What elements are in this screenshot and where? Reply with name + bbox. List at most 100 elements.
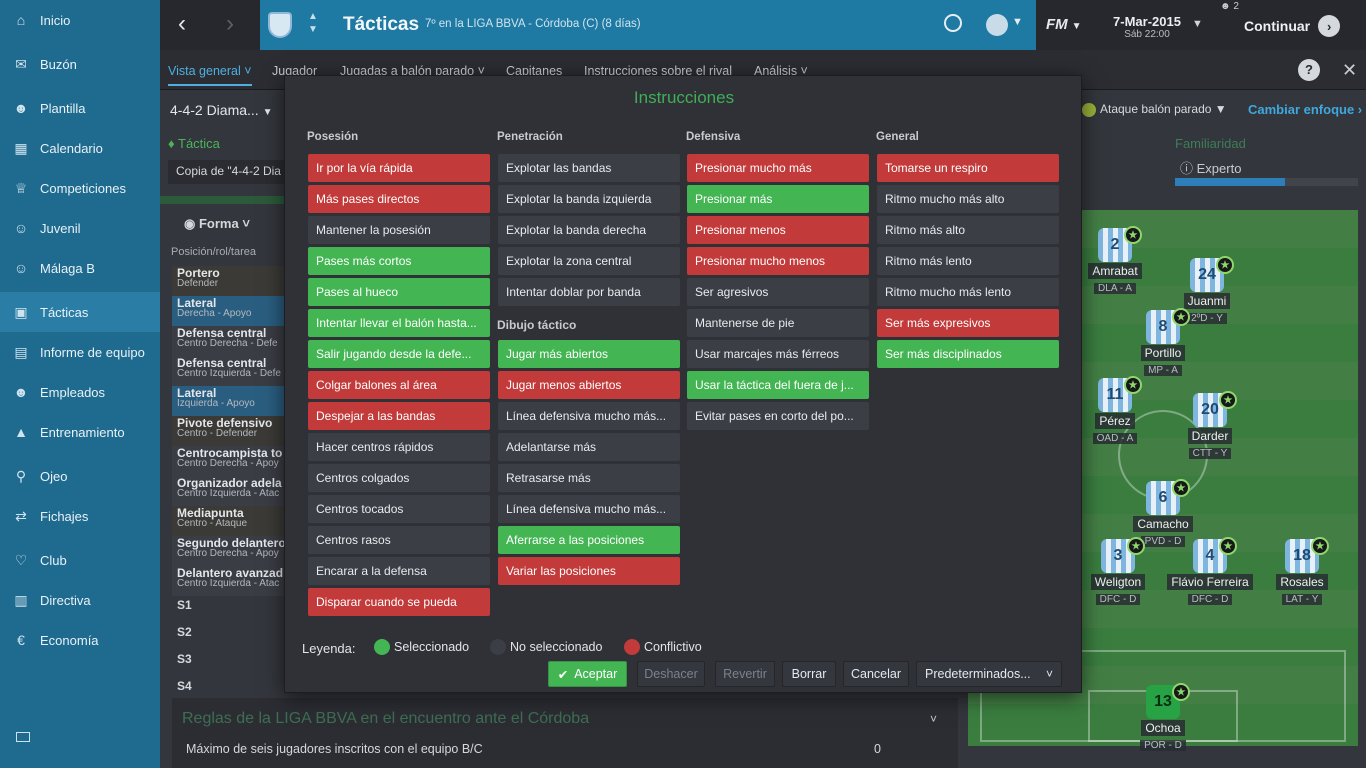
role-row[interactable]: Organizador adela Centro Izquierda - Atac <box>172 476 284 506</box>
date-display[interactable]: 7-Mar-2015 Sáb 22:00 <box>1112 14 1182 40</box>
instruction-option[interactable]: Ritmo mucho más alto <box>877 185 1059 213</box>
forward-button[interactable]: › <box>226 12 250 38</box>
instruction-option[interactable]: Colgar balones al área <box>308 371 490 399</box>
player-marker[interactable]: 18 ★ Rosales LAT - Y <box>1257 537 1347 605</box>
instruction-option[interactable]: Variar las posiciones <box>498 557 680 585</box>
instruction-option[interactable]: Presionar mucho más <box>687 154 869 182</box>
instruction-option[interactable]: Jugar más abiertos <box>498 340 680 368</box>
instruction-option[interactable]: Explotar la banda derecha <box>498 216 680 244</box>
instruction-option[interactable]: Ritmo más lento <box>877 247 1059 275</box>
player-marker[interactable]: 11 ★ Pérez OAD - A <box>1070 376 1160 444</box>
player-marker[interactable]: 20 ★ Darder CTT - Y <box>1165 391 1255 459</box>
sub-slot[interactable]: S4 <box>177 679 192 693</box>
close-icon[interactable]: ✕ <box>1342 60 1357 81</box>
instruction-option[interactable]: Encarar a la defensa <box>308 557 490 585</box>
instruction-option[interactable]: Ser más disciplinados <box>877 340 1059 368</box>
sidebar-item-calendario[interactable]: ▦ Calendario <box>0 128 160 168</box>
instruction-option[interactable]: Ir por la vía rápida <box>308 154 490 182</box>
defaults-dropdown[interactable]: Predeterminados... ˅ <box>916 661 1062 687</box>
instruction-option[interactable]: Ritmo mucho más lento <box>877 278 1059 306</box>
help-icon[interactable]: ? <box>1298 59 1320 81</box>
player-marker[interactable]: 8 ★ Portillo MP - A <box>1118 308 1208 376</box>
instruction-option[interactable]: Presionar menos <box>687 216 869 244</box>
instruction-option[interactable]: Evitar pases en corto del po... <box>687 402 869 430</box>
instruction-option[interactable]: Tomarse un respiro <box>877 154 1059 182</box>
role-row[interactable]: Defensa central Centro Derecha - Defe <box>172 326 284 356</box>
continue-button[interactable]: Continuar › <box>1244 15 1341 37</box>
sidebar-item-directiva[interactable]: ▥ Directiva <box>0 580 160 620</box>
player-marker[interactable]: 3 ★ Weligton DFC - D <box>1073 537 1163 605</box>
instruction-option[interactable]: Disparar cuando se pueda <box>308 588 490 616</box>
role-row[interactable]: Defensa central Centro Izquierda - Defe <box>172 356 284 386</box>
sub-slot[interactable]: S3 <box>177 652 192 666</box>
instruction-option[interactable]: Mantenerse de pie <box>687 309 869 337</box>
instruction-option[interactable]: Despejar a las bandas <box>308 402 490 430</box>
instruction-option[interactable]: Más pases directos <box>308 185 490 213</box>
cancel-button[interactable]: Cancelar <box>843 661 909 687</box>
club-badge-icon[interactable] <box>268 12 292 38</box>
globe-icon[interactable] <box>986 14 1008 36</box>
instruction-option[interactable]: Aferrarse a las posiciones <box>498 526 680 554</box>
instruction-option[interactable]: Salir jugando desde la defe... <box>308 340 490 368</box>
instruction-option[interactable]: Explotar las bandas <box>498 154 680 182</box>
chevron-down-icon[interactable]: ▼ <box>1192 18 1203 30</box>
chevron-down-icon[interactable]: ▼ <box>1012 16 1023 28</box>
setpiece-dropdown[interactable]: Ataque balón parado ▼ <box>1082 102 1227 117</box>
instruction-option[interactable]: Centros tocados <box>308 495 490 523</box>
sidebar-item-plantilla[interactable]: ☻ Plantilla <box>0 88 160 128</box>
instruction-option[interactable]: Ser más expresivos <box>877 309 1059 337</box>
instruction-option[interactable]: Ser agresivos <box>687 278 869 306</box>
instruction-option[interactable]: Centros colgados <box>308 464 490 492</box>
accept-button[interactable]: ✔ Aceptar <box>548 661 627 687</box>
chevron-down-icon[interactable]: ˅ <box>930 712 937 726</box>
instruction-option[interactable]: Línea defensiva mucho más... <box>498 402 680 430</box>
sub-slot[interactable]: S2 <box>177 625 192 639</box>
sidebar-item-juvenil[interactable]: ☺ Juvenil <box>0 208 160 248</box>
tab-vista-general[interactable]: Vista general ˅ <box>168 64 252 86</box>
instruction-option[interactable]: Pases al hueco <box>308 278 490 306</box>
sidebar-item-málaga-b[interactable]: ☺ Málaga B <box>0 248 160 288</box>
role-row[interactable]: Mediapunta Centro - Ataque <box>172 506 284 536</box>
role-row[interactable]: Centrocampista to Centro Derecha - Apoy <box>172 446 284 476</box>
instruction-option[interactable]: Explotar la banda izquierda <box>498 185 680 213</box>
instruction-option[interactable]: Pases más cortos <box>308 247 490 275</box>
change-focus-link[interactable]: Cambiar enfoque › <box>1248 102 1362 117</box>
instruction-option[interactable]: Centros rasos <box>308 526 490 554</box>
search-icon[interactable] <box>944 14 962 32</box>
role-row[interactable]: Delantero avanzad Centro Izquierda - Atac <box>172 566 284 596</box>
instruction-option[interactable]: Intentar llevar el balón hasta... <box>308 309 490 337</box>
formation-select[interactable]: 4-4-2 Diama... ▼ <box>170 102 273 118</box>
sidebar-item-club[interactable]: ♡ Club <box>0 540 160 580</box>
sub-slot[interactable]: S1 <box>177 598 192 612</box>
role-row[interactable]: Segundo delantero Centro Derecha - Apoy <box>172 536 284 566</box>
role-row[interactable]: Pivote defensivo Centro - Defender <box>172 416 284 446</box>
instruction-option[interactable]: Línea defensiva mucho más... <box>498 495 680 523</box>
instruction-option[interactable]: Usar marcajes más férreos <box>687 340 869 368</box>
player-marker[interactable]: 2 ★ Amrabat DLA - A <box>1070 226 1160 294</box>
instruction-option[interactable]: Usar la táctica del fuera de j... <box>687 371 869 399</box>
instruction-option[interactable]: Intentar doblar por banda <box>498 278 680 306</box>
role-row[interactable]: Portero Defender <box>172 266 284 296</box>
keyboard-icon[interactable] <box>16 732 30 742</box>
instruction-option[interactable]: Mantener la posesión <box>308 216 490 244</box>
role-row[interactable]: Lateral Izquierda - Apoyo <box>172 386 284 416</box>
instruction-option[interactable]: Retrasarse más <box>498 464 680 492</box>
chevron-updown-icon[interactable]: ▲ ▼ <box>308 10 318 36</box>
player-marker[interactable]: 13 ★ Ochoa POR - D <box>1118 683 1208 751</box>
instruction-option[interactable]: Presionar más <box>687 185 869 213</box>
sidebar-item-competiciones[interactable]: ♕ Competiciones <box>0 168 160 208</box>
form-dropdown[interactable]: ◉ Forma ˅ <box>184 216 250 232</box>
sidebar-item-inicio[interactable]: ⌂ Inicio <box>0 0 160 40</box>
undo-button[interactable]: Deshacer <box>637 661 705 687</box>
instruction-option[interactable]: Presionar mucho menos <box>687 247 869 275</box>
instruction-option[interactable]: Hacer centros rápidos <box>308 433 490 461</box>
sidebar-item-economía[interactable]: € Economía <box>0 620 160 660</box>
revert-button[interactable]: Revertir <box>715 661 775 687</box>
instruction-option[interactable]: Ritmo más alto <box>877 216 1059 244</box>
sidebar-item-buzón[interactable]: ✉ Buzón <box>0 44 160 84</box>
clear-button[interactable]: Borrar <box>782 661 836 687</box>
instruction-option[interactable]: Adelantarse más <box>498 433 680 461</box>
sidebar-item-informe-de-equipo[interactable]: ▤ Informe de equipo <box>0 332 160 372</box>
back-button[interactable]: ‹ <box>178 12 202 38</box>
sidebar-item-tácticas[interactable]: ▣ Tácticas <box>0 292 160 332</box>
